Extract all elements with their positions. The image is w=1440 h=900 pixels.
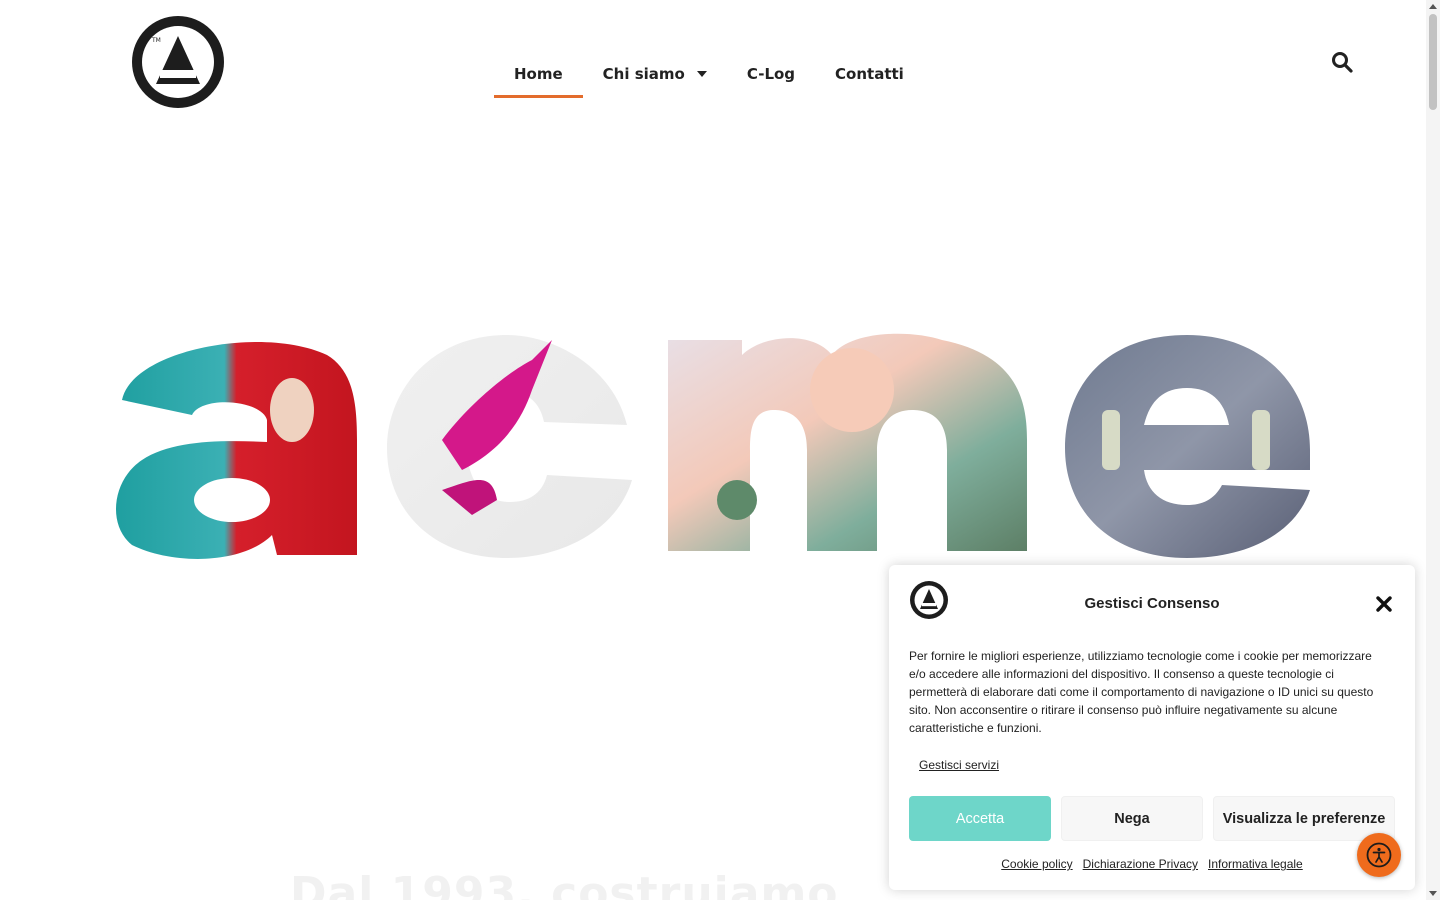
nav-item-label: Chi siamo [602,65,685,83]
logo-icon[interactable]: TM [132,16,224,108]
cookie-consent-dialog: Gestisci Consenso Per fornire le miglior… [889,565,1415,890]
consent-title: Gestisci Consenso [1084,595,1220,612]
close-icon[interactable] [1376,596,1392,612]
nav-item-contatti[interactable]: Contatti [815,50,924,98]
manage-services-link[interactable]: Gestisci servizi [919,758,999,772]
nav-item-c-log[interactable]: C-Log [727,50,815,98]
view-preferences-button[interactable]: Visualizza le preferenze [1213,796,1395,841]
scroll-up-arrow-icon[interactable] [1429,4,1437,9]
nav-item-label: C-Log [746,65,796,83]
scroll-down-arrow-icon[interactable] [1429,891,1437,896]
hero-acme-wordmark [115,333,1310,559]
hero-letter-e [1065,335,1310,558]
hero-letter-m [668,333,1027,551]
privacy-statement-link[interactable]: Dichiarazione Privacy [1083,857,1198,871]
search-icon[interactable] [1331,51,1353,73]
nav-item-chi-siamo[interactable]: Chi siamo [583,50,727,98]
legal-notice-link[interactable]: Informativa legale [1208,857,1303,871]
nav-item-home[interactable]: Home [494,50,583,98]
section-heading: Dal 1993, costruiamo [290,868,839,900]
consent-footer-links: Cookie policy Dichiarazione Privacy Info… [889,857,1415,871]
accessibility-icon [1366,842,1392,868]
hero-letter-c [387,335,632,558]
deny-button[interactable]: Nega [1061,796,1203,841]
cookie-policy-link[interactable]: Cookie policy [1001,857,1072,871]
page-scrollbar[interactable] [1426,0,1440,900]
nav-item-label: Home [514,65,563,83]
main-nav: Home Chi siamo C-Log Contatti [494,50,924,98]
accessibility-button[interactable] [1357,833,1401,877]
hero-letter-a [115,342,358,559]
consent-description: Per fornire le migliori esperienze, util… [909,649,1374,735]
nav-item-label: Contatti [835,65,904,83]
scrollbar-thumb[interactable] [1429,14,1437,110]
accept-button[interactable]: Accetta [909,796,1051,841]
chevron-down-icon[interactable] [696,71,707,77]
svg-text:TM: TM [151,37,161,44]
